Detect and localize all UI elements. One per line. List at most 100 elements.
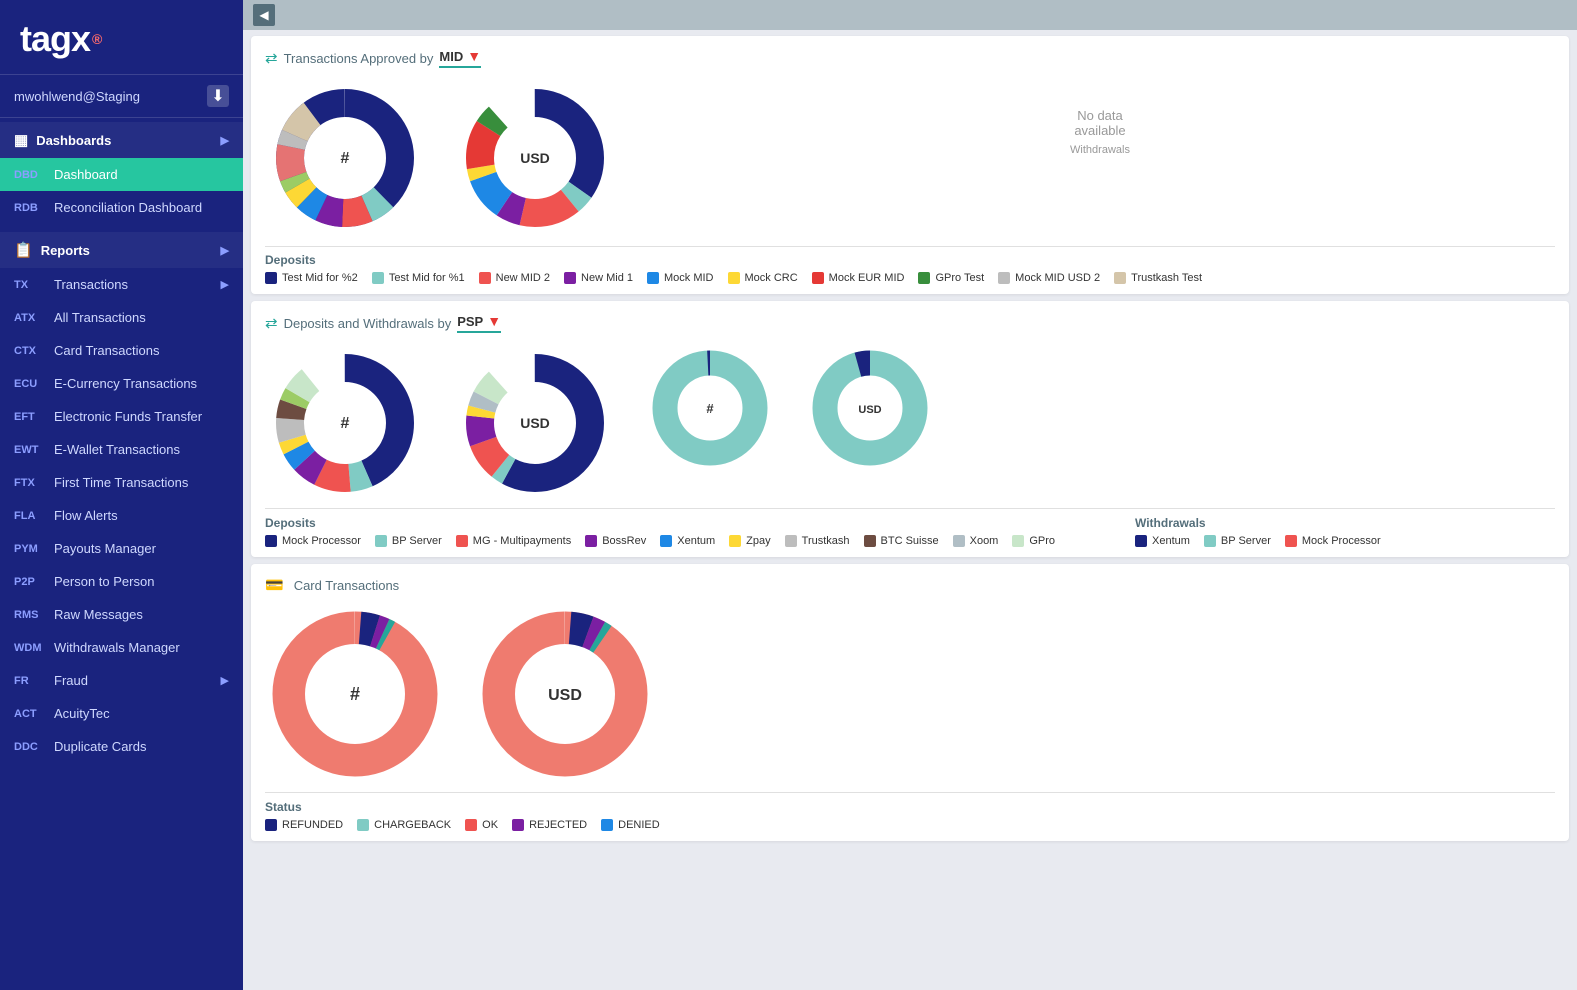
dashboards-arrow-icon: ▶ xyxy=(221,134,229,147)
app-logo: tagx ® xyxy=(20,18,223,60)
panel-header-approved: ⇄ Transactions Approved by MID ▼ xyxy=(265,48,1555,68)
label-bp-server-wdw: BP Server xyxy=(1221,535,1271,547)
approved-usd-donut: USD xyxy=(455,78,615,238)
dot-bossrev-dep xyxy=(585,535,597,547)
nav-code-fr: FR xyxy=(14,675,50,687)
card-usd-donut: USD xyxy=(475,604,655,784)
legend-label-mock-mid: Mock MID xyxy=(664,272,714,284)
topbar: ◀ xyxy=(243,0,1577,30)
sidebar-item-eft[interactable]: EFT Electronic Funds Transfer xyxy=(0,400,243,433)
panel-header-dw: ⇄ Deposits and Withdrawals by PSP ▼ xyxy=(265,313,1555,333)
deposits-legend-items: Mock Processor BP Server MG - Multipayme… xyxy=(265,535,1105,547)
deposits-legend: Deposits Mock Processor BP Server MG xyxy=(265,516,1105,547)
label-ok: OK xyxy=(482,819,498,831)
sidebar-item-ewt[interactable]: EWT E-Wallet Transactions xyxy=(0,433,243,466)
label-gpro-dep: GPro xyxy=(1029,535,1055,547)
sidebar-collapse-button[interactable]: ◀ xyxy=(253,4,275,26)
nav-code-dbd: DBD xyxy=(14,169,50,181)
legend-label-mock-eur-mid: Mock EUR MID xyxy=(829,272,905,284)
deposits-legend-title: Deposits xyxy=(265,516,1105,530)
panel-title-dw: Deposits and Withdrawals by xyxy=(284,316,452,331)
psp-filter-dropdown[interactable]: PSP ▼ xyxy=(457,313,501,333)
label-mock-processor-wdw: Mock Processor xyxy=(1302,535,1381,547)
logo-area: tagx ® xyxy=(0,0,243,75)
label-refunded: REFUNDED xyxy=(282,819,343,831)
nav-label-ddc: Duplicate Cards xyxy=(54,739,229,754)
nav-section-dashboards[interactable]: ▦ Dashboards ▶ xyxy=(0,122,243,158)
legend-dot-new-mid-2 xyxy=(479,272,491,284)
card-count-chart: # xyxy=(265,604,445,784)
card-usd-label: USD xyxy=(548,687,582,704)
legend-label-test-mid-1: Test Mid for %1 xyxy=(389,272,465,284)
dot-bp-server-dep xyxy=(375,535,387,547)
status-legend-title: Status xyxy=(265,800,1555,814)
approved-usd-chart: USD xyxy=(455,78,615,238)
mid-filter-value: MID xyxy=(439,49,463,64)
sidebar-item-ctx[interactable]: CTX Card Transactions xyxy=(0,334,243,367)
nav-reports-section: 📋 Reports ▶ TX Transactions ▶ ATX All Tr… xyxy=(0,228,243,767)
sidebar-item-ftx[interactable]: FTX First Time Transactions xyxy=(0,466,243,499)
legend-trustkash-dep: Trustkash xyxy=(785,535,850,547)
dashboard-grid-icon: ▦ xyxy=(14,131,28,149)
dot-gpro-dep xyxy=(1012,535,1024,547)
dashboard-panels: ⇄ Transactions Approved by MID ▼ xyxy=(243,30,1577,990)
dot-rejected xyxy=(512,819,524,831)
mid-filter-dropdown[interactable]: MID ▼ xyxy=(439,48,481,68)
nav-code-ewt: EWT xyxy=(14,444,50,456)
nav-code-tx: TX xyxy=(14,279,50,291)
approved-charts-row: # USD xyxy=(265,78,1555,238)
legend-bossrev-dep: BossRev xyxy=(585,535,646,547)
sidebar-item-pym[interactable]: PYM Payouts Manager xyxy=(0,532,243,565)
sidebar-item-rdb[interactable]: RDB Reconciliation Dashboard xyxy=(0,191,243,224)
nav-code-ddc: DDC xyxy=(14,741,50,753)
nav-label-ftx: First Time Transactions xyxy=(54,475,229,490)
sidebar-item-wdm[interactable]: WDM Withdrawals Manager xyxy=(0,631,243,664)
user-settings-icon[interactable]: ⬇ xyxy=(207,85,229,107)
main-content: ◀ ⇄ Transactions Approved by MID ▼ xyxy=(243,0,1577,990)
withdrawals-usd-label: USD xyxy=(858,404,881,416)
sidebar-item-atx[interactable]: ATX All Transactions xyxy=(0,301,243,334)
tx-arrow-icon: ▶ xyxy=(221,278,229,291)
dot-mg-dep xyxy=(456,535,468,547)
card-icon: 💳 xyxy=(265,576,284,594)
sidebar-item-p2p[interactable]: P2P Person to Person xyxy=(0,565,243,598)
filter-icon-approved: ⇄ xyxy=(265,49,278,67)
sidebar-item-tx[interactable]: TX Transactions ▶ xyxy=(0,268,243,301)
card-status-legend: Status REFUNDED CHARGEBACK OK xyxy=(265,792,1555,831)
legend-mock-eur-mid: Mock EUR MID xyxy=(812,272,905,284)
logo-registered: ® xyxy=(92,31,101,47)
nav-dashboards-label: Dashboards xyxy=(36,133,216,148)
label-mg-dep: MG - Multipayments xyxy=(473,535,571,547)
withdrawals-legend-title: Withdrawals xyxy=(1135,516,1555,530)
nav-code-fla: FLA xyxy=(14,510,50,522)
legend-dot-mock-eur-mid xyxy=(812,272,824,284)
legend-label-gpro-test: GPro Test xyxy=(935,272,984,284)
nav-code-p2p: P2P xyxy=(14,576,50,588)
legend-dot-test-mid-1 xyxy=(372,272,384,284)
nav-section-reports[interactable]: 📋 Reports ▶ xyxy=(0,232,243,268)
dw-charts-row: # USD xyxy=(265,343,1555,503)
panel-header-card: 💳 Card Transactions xyxy=(265,576,1555,594)
nav-label-rdb: Reconciliation Dashboard xyxy=(54,200,229,215)
sidebar-item-dbd[interactable]: DBD Dashboard xyxy=(0,158,243,191)
nav-dashboards-section: ▦ Dashboards ▶ DBD Dashboard RDB Reconci… xyxy=(0,118,243,228)
legend-test-mid-2: Test Mid for %2 xyxy=(265,272,358,284)
psp-dropdown-arrow-icon: ▼ xyxy=(487,313,501,329)
nav-code-eft: EFT xyxy=(14,411,50,423)
nav-label-act: AcuityTec xyxy=(54,706,229,721)
label-bp-server-dep: BP Server xyxy=(392,535,442,547)
sidebar-item-fr[interactable]: FR Fraud ▶ xyxy=(0,664,243,697)
username: mwohlwend@Staging xyxy=(14,89,140,104)
nav-code-atx: ATX xyxy=(14,312,50,324)
sidebar-item-fla[interactable]: FLA Flow Alerts xyxy=(0,499,243,532)
sidebar-item-ddc[interactable]: DDC Duplicate Cards xyxy=(0,730,243,763)
legend-gpro-dep: GPro xyxy=(1012,535,1055,547)
label-xentum-dep: Xentum xyxy=(677,535,715,547)
reports-icon: 📋 xyxy=(14,241,33,259)
sidebar-item-ecu[interactable]: ECU E-Currency Transactions xyxy=(0,367,243,400)
sidebar-item-act[interactable]: ACT AcuityTec xyxy=(0,697,243,730)
dot-denied xyxy=(601,819,613,831)
deposits-count-donut: # xyxy=(265,343,425,503)
dot-btc-suisse-dep xyxy=(864,535,876,547)
sidebar-item-rms[interactable]: RMS Raw Messages xyxy=(0,598,243,631)
